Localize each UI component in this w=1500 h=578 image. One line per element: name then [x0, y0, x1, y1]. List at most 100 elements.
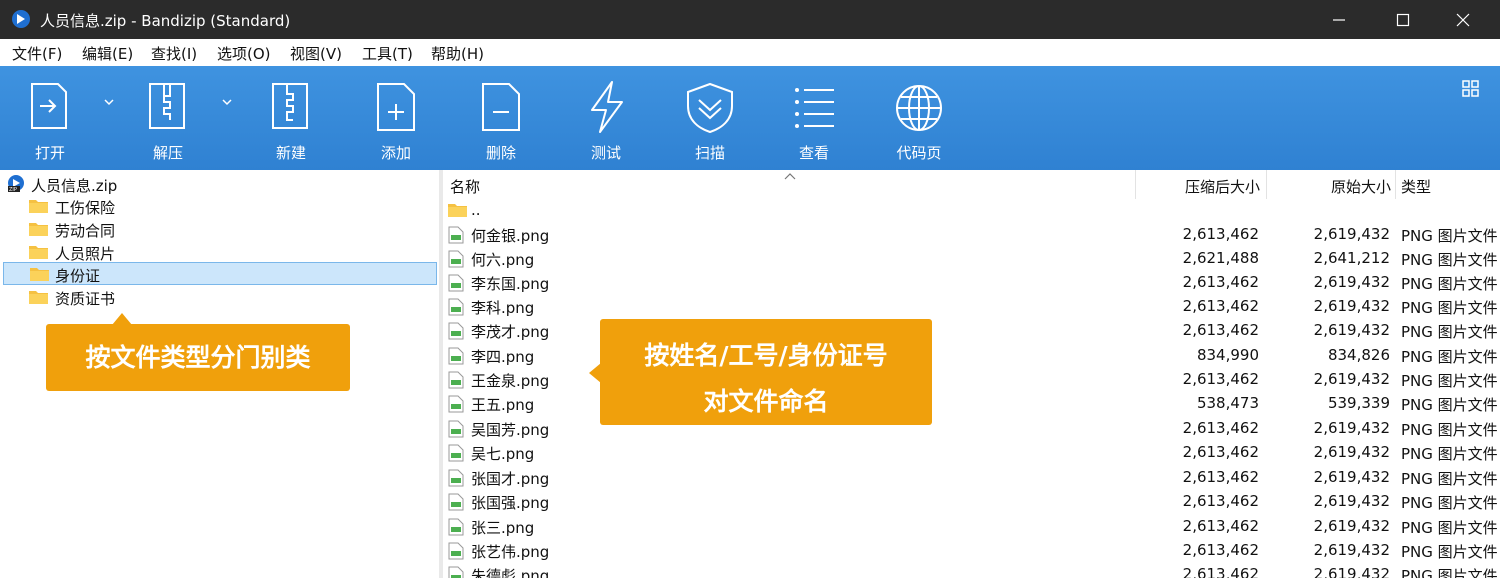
column-type[interactable]: 类型 [1401, 176, 1431, 197]
png-image-file-icon [448, 518, 464, 536]
tree-folder-item-selected[interactable]: 身份证 [3, 262, 437, 285]
file-row-parent[interactable]: .. [443, 199, 1500, 223]
file-name: 王五.png [471, 396, 535, 414]
compressed-size: 2,613,462 [1182, 565, 1259, 578]
tree-folder-item[interactable]: 人员照片 [29, 241, 329, 263]
test-label: 测试 [590, 144, 621, 162]
view-label: 查看 [798, 144, 829, 162]
compressed-size: 2,613,462 [1182, 541, 1259, 559]
svg-text:ZIP: ZIP [9, 187, 17, 193]
menu-tools[interactable]: 工具(T) [362, 43, 413, 64]
png-image-file-icon [448, 469, 464, 487]
open-label: 打开 [34, 144, 65, 162]
minimize-icon [1333, 19, 1345, 21]
close-button[interactable] [1440, 0, 1486, 39]
compressed-size: 2,613,462 [1182, 321, 1259, 339]
original-size: 2,619,432 [1313, 443, 1390, 461]
callout-right-line1: 按姓名/工号/身份证号 [644, 341, 888, 370]
column-original-size[interactable]: 原始大小 [1331, 176, 1391, 197]
menu-file[interactable]: 文件(F) [12, 43, 62, 64]
file-row[interactable]: 张国才.png 2,613,462 2,619,432 PNG 图片文件 [443, 466, 1500, 490]
minimize-button[interactable] [1316, 0, 1362, 39]
file-row[interactable]: 何六.png 2,621,488 2,641,212 PNG 图片文件 [443, 247, 1500, 271]
file-row[interactable]: 何金银.png 2,613,462 2,619,432 PNG 图片文件 [443, 223, 1500, 247]
tree-folder-item[interactable]: 工伤保险 [29, 195, 329, 217]
column-name[interactable]: 名称 [450, 176, 480, 197]
delete-button[interactable]: 删除 [475, 66, 527, 170]
file-row[interactable]: 李东国.png 2,613,462 2,619,432 PNG 图片文件 [443, 271, 1500, 295]
original-size: 2,619,432 [1313, 517, 1390, 535]
compressed-size: 538,473 [1196, 394, 1259, 412]
file-name: 李茂才.png [471, 323, 550, 341]
folder-icon [30, 268, 49, 281]
scan-label: 扫描 [694, 144, 725, 162]
open-button[interactable]: 打开 [24, 66, 76, 170]
file-name: 李科.png [471, 299, 535, 317]
file-row[interactable]: 李科.png 2,613,462 2,619,432 PNG 图片文件 [443, 295, 1500, 319]
layout-grid-icon[interactable] [1462, 80, 1480, 98]
add-button[interactable]: 添加 [370, 66, 422, 170]
menu-find[interactable]: 查找(I) [151, 43, 197, 64]
file-type: PNG 图片文件 [1401, 299, 1498, 317]
compressed-size: 2,613,462 [1182, 443, 1259, 461]
folder-icon [29, 246, 48, 259]
menu-help[interactable]: 帮助(H) [431, 43, 484, 64]
window-title: 人员信息.zip - Bandizip (Standard) [40, 12, 291, 30]
file-type: PNG 图片文件 [1401, 227, 1498, 245]
png-image-file-icon [448, 298, 464, 316]
file-row[interactable]: 张艺伟.png 2,613,462 2,619,432 PNG 图片文件 [443, 539, 1500, 563]
annotation-callout-left: 按文件类型分门别类 [46, 324, 350, 391]
file-row[interactable]: 吴七.png 2,613,462 2,619,432 PNG 图片文件 [443, 441, 1500, 465]
view-button[interactable]: 查看 [788, 66, 840, 170]
tree-folder-label: 劳动合同 [55, 222, 116, 240]
png-image-file-icon [448, 542, 464, 560]
png-image-file-icon [448, 322, 464, 340]
file-name: 吴七.png [471, 445, 535, 463]
compressed-size: 2,613,462 [1182, 273, 1259, 291]
menu-edit[interactable]: 编辑(E) [82, 43, 133, 64]
column-compressed-size[interactable]: 压缩后大小 [1185, 176, 1260, 197]
menu-bar: 文件(F) 编辑(E) 查找(I) 选项(O) 视图(V) 工具(T) 帮助(H… [0, 39, 1500, 66]
delete-label: 删除 [485, 144, 516, 162]
original-size: 539,339 [1327, 394, 1390, 412]
file-type: PNG 图片文件 [1401, 567, 1498, 578]
png-image-file-icon [448, 493, 464, 511]
toolbar: 打开 解压 新建 添加 删除 测试 扫描 查看 代码页 [0, 66, 1500, 170]
zip-archive-icon: ZIP [8, 175, 24, 193]
file-name: 何六.png [471, 251, 535, 269]
original-size: 2,641,212 [1313, 249, 1390, 267]
file-row[interactable]: 张三.png 2,613,462 2,619,432 PNG 图片文件 [443, 515, 1500, 539]
compressed-size: 2,613,462 [1182, 225, 1259, 243]
file-row[interactable]: 朱德彪.png 2,613,462 2,619,432 PNG 图片文件 [443, 563, 1500, 578]
file-list-pane: 名称 压缩后大小 原始大小 类型 .. 何金银.png 2,613,462 2,… [443, 170, 1500, 578]
tree-folder-item[interactable]: 资质证书 [29, 286, 329, 308]
scan-button[interactable]: 扫描 [682, 66, 738, 170]
file-type: PNG 图片文件 [1401, 519, 1498, 537]
tree-root-item[interactable]: ZIP 人员信息.zip [6, 173, 306, 195]
file-row[interactable]: 张国强.png 2,613,462 2,619,432 PNG 图片文件 [443, 490, 1500, 514]
original-size: 2,619,432 [1313, 565, 1390, 578]
file-name: .. [471, 201, 481, 219]
tree-folder-item[interactable]: 劳动合同 [29, 218, 329, 240]
file-type: PNG 图片文件 [1401, 421, 1498, 439]
shield-icon [687, 82, 733, 134]
png-image-file-icon [448, 274, 464, 292]
png-image-file-icon [448, 347, 464, 365]
original-size: 2,619,432 [1313, 492, 1390, 510]
menu-view[interactable]: 视图(V) [290, 43, 342, 64]
maximize-button[interactable] [1380, 0, 1426, 39]
extract-button[interactable]: 解压 [142, 66, 194, 170]
new-archive-icon [272, 83, 308, 129]
png-image-file-icon [448, 444, 464, 462]
new-archive-button[interactable]: 新建 [265, 66, 317, 170]
png-image-file-icon [448, 420, 464, 438]
codepage-button[interactable]: 代码页 [892, 66, 946, 170]
file-name: 张国才.png [471, 470, 550, 488]
png-image-file-icon [448, 250, 464, 268]
open-dropdown-chevron-icon[interactable] [103, 96, 115, 108]
extract-dropdown-chevron-icon[interactable] [221, 96, 233, 108]
compressed-size: 2,621,488 [1182, 249, 1259, 267]
test-button[interactable]: 测试 [580, 66, 632, 170]
file-name: 张国强.png [471, 494, 550, 512]
menu-options[interactable]: 选项(O) [217, 43, 271, 64]
